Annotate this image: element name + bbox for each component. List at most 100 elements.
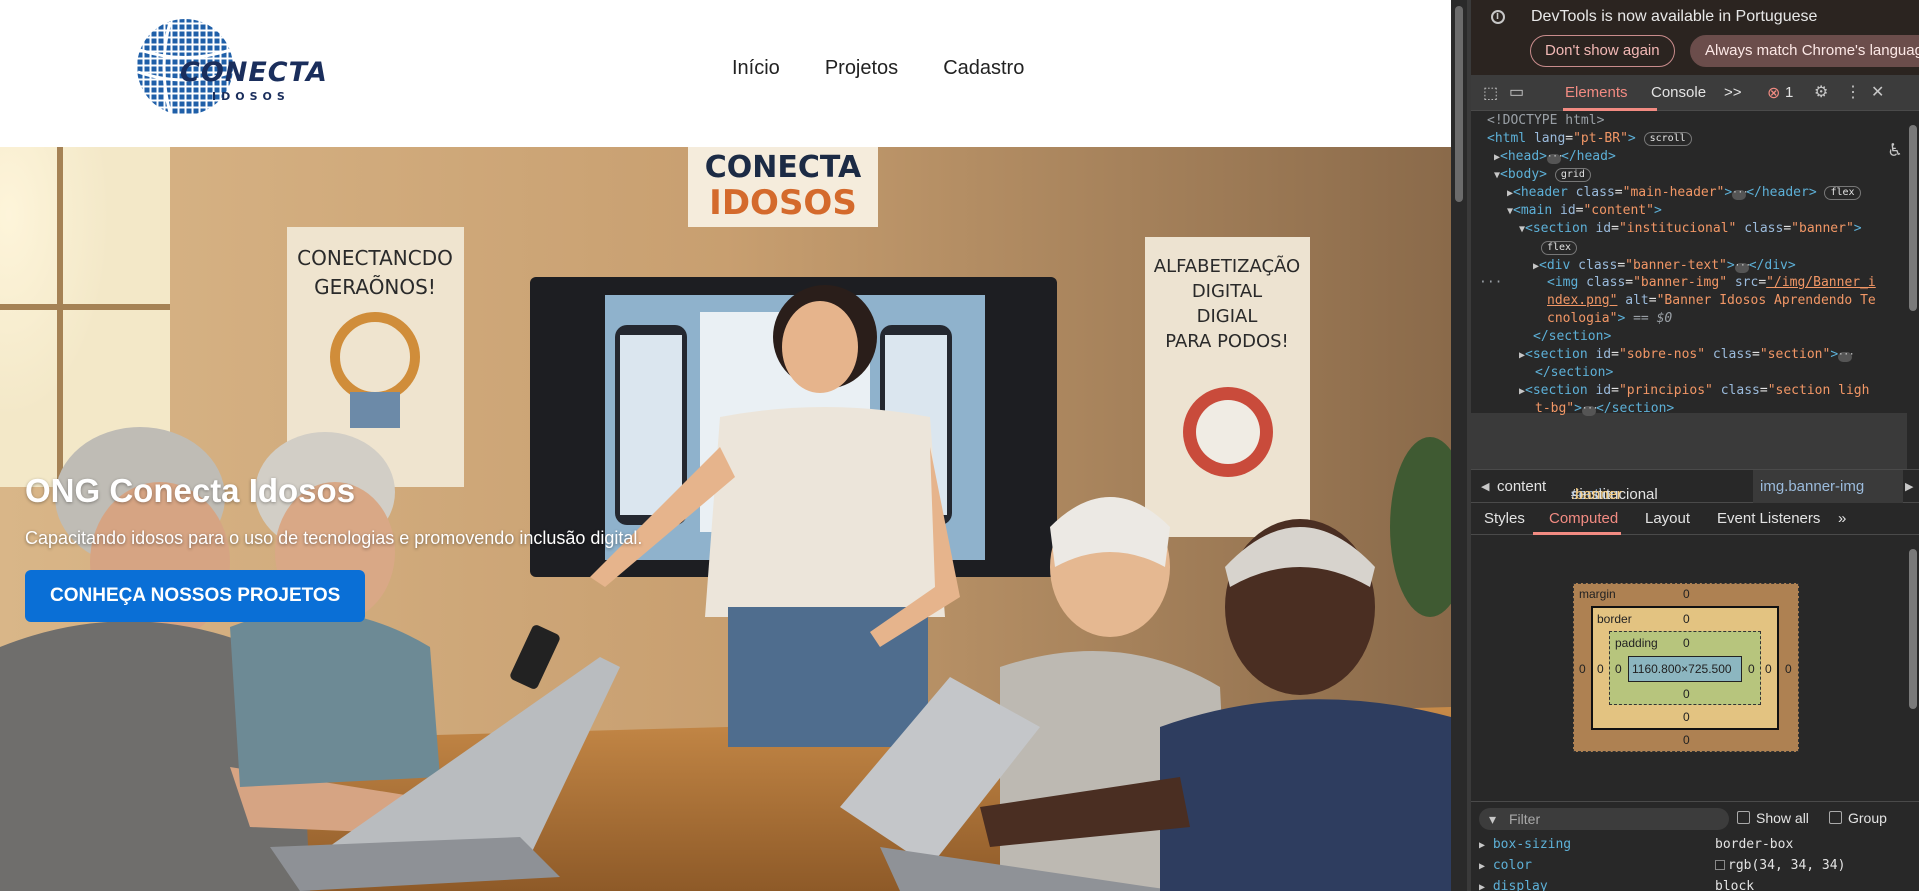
more-subtabs-icon[interactable]: » [1838,510,1846,527]
device-toolbar-icon[interactable]: ▭ [1509,82,1524,102]
logo[interactable]: CONECTA IDOSOS [130,10,330,125]
always-match-language-button[interactable]: Always match Chrome's language [1690,35,1919,67]
dom-header[interactable]: ▶<header class="main-header">···</header… [1507,184,1861,202]
border-bottom[interactable]: 0 [1683,710,1690,724]
content-size[interactable]: 1160.800×725.500 [1632,662,1732,676]
banner-text: ONG Conecta Idosos Capacitando idosos pa… [25,472,642,622]
notice-text: DevTools is now available in Portuguese [1531,8,1818,25]
more-tabs-icon[interactable]: >> [1724,84,1742,101]
language-notice: DevTools is now available in Portuguese … [1471,0,1919,75]
sign-top-line1: CONECTA [705,150,862,185]
subtab-styles[interactable]: Styles [1484,510,1525,527]
filter-input[interactable]: ▾ Filter [1479,808,1729,830]
scroll-badge[interactable]: scroll [1643,132,1692,146]
subtab-event-listeners[interactable]: Event Listeners [1717,510,1820,527]
flex-badge[interactable]: flex [1824,186,1861,200]
page-scrollbar-thumb[interactable] [1455,6,1463,202]
sign-top-line2: IDOSOS [709,183,857,223]
dom-img-banner[interactable]: <img class="banner-img" src="/img/Banner… [1547,274,1876,292]
border-left[interactable]: 0 [1597,662,1604,676]
padding-bottom[interactable]: 0 [1683,687,1690,701]
dom-img-banner-line2[interactable]: ndex.png" alt="Banner Idosos Aprendendo … [1547,292,1876,310]
dom-main[interactable]: ▼<main id="content"> [1507,202,1662,220]
border-right[interactable]: 0 [1765,662,1772,676]
group-checkbox[interactable] [1829,811,1842,824]
computed-prop-value: block [1715,879,1755,891]
dom-section-sobre-nos[interactable]: ▶<section id="sobre-nos" class="section"… [1519,346,1855,364]
breadcrumb-scroll-right-icon[interactable]: ▶ [1905,480,1913,493]
margin-top[interactable]: 0 [1683,587,1690,601]
settings-gear-icon[interactable]: ⚙ [1814,82,1828,102]
computed-scrollbar[interactable] [1907,535,1919,730]
close-devtools-icon[interactable]: ✕ [1871,82,1884,102]
computed-prop-row[interactable]: ▶ box-sizing [1479,837,1571,852]
devtools-tabbar: ⬚ ▭ Elements Console >> ⊗ 1 ⚙ ⋮ ✕ [1471,75,1919,111]
grid-badge[interactable]: grid [1554,168,1591,182]
dom-section-principios[interactable]: ▶<section id="principios" class="section… [1519,382,1869,400]
breadcrumb-scroll-left-icon[interactable]: ◀ [1481,480,1489,493]
computed-prop-row[interactable]: ▶ display [1479,879,1548,891]
flex-badge[interactable]: flex [1541,241,1578,255]
computed-prop-value: border-box [1715,837,1794,852]
padding-top[interactable]: 0 [1683,636,1690,650]
more-options-icon[interactable]: ⋮ [1845,82,1861,102]
banner-title: ONG Conecta Idosos [25,472,356,509]
margin-left[interactable]: 0 [1579,662,1586,676]
dom-tree-scrollbar[interactable] [1907,111,1919,469]
nav-cadastro[interactable]: Cadastro [943,57,1024,80]
tab-console[interactable]: Console [1651,84,1706,101]
show-all-label[interactable]: Show all [1756,810,1809,826]
dom-html[interactable]: <html lang="pt-BR"> scroll [1487,130,1692,148]
border-top[interactable]: 0 [1683,612,1690,626]
dom-section-institucional[interactable]: ▼<section id="institucional" class="bann… [1519,220,1862,238]
banner-subtitle: Capacitando idosos para o uso de tecnolo… [25,528,643,548]
show-all-checkbox[interactable] [1737,811,1750,824]
breadcrumb-content[interactable]: content [1497,478,1546,495]
error-count[interactable]: 1 [1785,84,1793,101]
dom-doctype[interactable]: <!DOCTYPE html> [1487,112,1604,130]
margin-bottom[interactable]: 0 [1683,733,1690,747]
accessibility-icon[interactable]: ♿ [1889,137,1901,161]
nav-inicio[interactable]: Início [732,57,780,80]
ellipsis-icon: ··· [1732,188,1749,200]
color-swatch-icon [1715,860,1725,870]
devtools-panel: DevTools is now available in Portuguese … [1471,0,1919,891]
main-nav: Início Projetos Cadastro [732,57,1024,80]
border-label: border [1597,612,1632,626]
sign-right-line1: ALFABETIZAÇÃO [1154,255,1300,277]
computed-filter-bar: ▾ Filter Show all Group [1471,801,1919,835]
error-icon[interactable]: ⊗ [1767,83,1780,103]
breadcrumb-img[interactable]: img.banner-img [1760,478,1864,495]
dom-section-principios-line2[interactable]: t-bg">···</section> [1535,400,1674,418]
computed-scrollbar-thumb[interactable] [1909,549,1917,709]
projects-cta-button[interactable]: CONHEÇA NOSSOS PROJETOS [25,570,366,622]
dom-tree[interactable]: <!DOCTYPE html> <html lang="pt-BR"> scro… [1471,111,1919,469]
page-scrollbar[interactable] [1451,0,1467,891]
sign-right-line2: DIGITAL [1192,281,1262,302]
padding-left[interactable]: 0 [1615,662,1622,676]
dont-show-again-button[interactable]: Don't show again [1530,35,1675,67]
group-label[interactable]: Group [1848,810,1887,826]
dom-section-sobre-nos-close[interactable]: </section> [1535,364,1613,382]
subtab-layout[interactable]: Layout [1645,510,1690,527]
banner-section: CONECTA IDOSOS CONECTANCDO GERAÕNOS! ALF… [0,147,1451,891]
nav-projetos[interactable]: Projetos [825,57,898,80]
ellipsis-icon: ··· [1734,261,1751,273]
ellipsis-icon: ··· [1838,350,1855,362]
padding-label: padding [1615,636,1658,650]
dom-section-close[interactable]: </section> [1533,328,1611,346]
dom-section-flex-badge-row[interactable]: flex [1541,239,1578,257]
margin-right[interactable]: 0 [1785,662,1792,676]
dom-div-banner-text[interactable]: ▶<div class="banner-text">···</div> [1533,257,1796,275]
inspect-element-icon[interactable]: ⬚ [1483,83,1498,103]
logo-name: CONECTA [180,57,328,88]
dom-tree-scrollbar-thumb[interactable] [1909,125,1917,311]
padding-right[interactable]: 0 [1748,662,1755,676]
dom-head[interactable]: ▶<head>···</head> [1494,148,1616,166]
tab-elements[interactable]: Elements [1565,84,1628,101]
dom-body[interactable]: ▼<body> grid [1494,166,1591,184]
subtab-computed[interactable]: Computed [1549,510,1618,527]
computed-prop-row[interactable]: ▶ color [1479,858,1532,873]
filter-placeholder: Filter [1509,811,1541,827]
dom-img-banner-line3[interactable]: cnologia"> == $0 [1547,310,1672,328]
